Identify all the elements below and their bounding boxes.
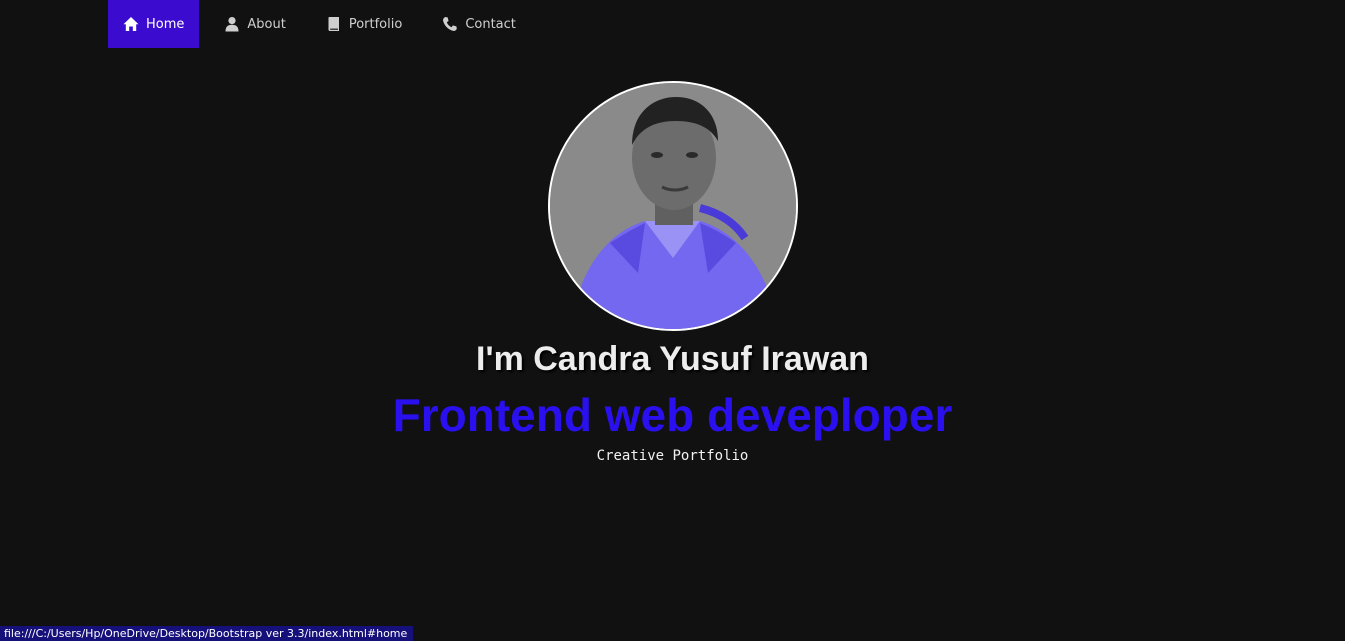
- nav-about-label: About: [247, 16, 286, 32]
- profile-photo-illustration: [550, 83, 796, 329]
- hero-role: Frontend web deveploper: [392, 389, 953, 441]
- nav-contact[interactable]: Contact: [427, 0, 531, 48]
- hero-name: I'm Candra Yusuf Irawan: [476, 340, 869, 378]
- nav-home[interactable]: Home: [108, 0, 200, 48]
- browser-status-bar: file:///C:/Users/Hp/OneDrive/Desktop/Boo…: [0, 626, 414, 641]
- phone-icon: [442, 16, 458, 32]
- nav-home-label: Home: [146, 16, 185, 32]
- nav-about[interactable]: About: [209, 0, 300, 48]
- book-icon: [326, 16, 342, 32]
- nav-portfolio-label: Portfolio: [348, 16, 403, 32]
- nav-contact-label: Contact: [465, 16, 516, 32]
- main-navbar: Home About Portfolio Contact: [108, 0, 531, 48]
- home-icon: [123, 16, 139, 32]
- profile-photo: [548, 81, 798, 331]
- hero-tagline: Creative Portfolio: [596, 448, 749, 464]
- user-icon: [224, 16, 240, 32]
- nav-portfolio[interactable]: Portfolio: [311, 0, 417, 48]
